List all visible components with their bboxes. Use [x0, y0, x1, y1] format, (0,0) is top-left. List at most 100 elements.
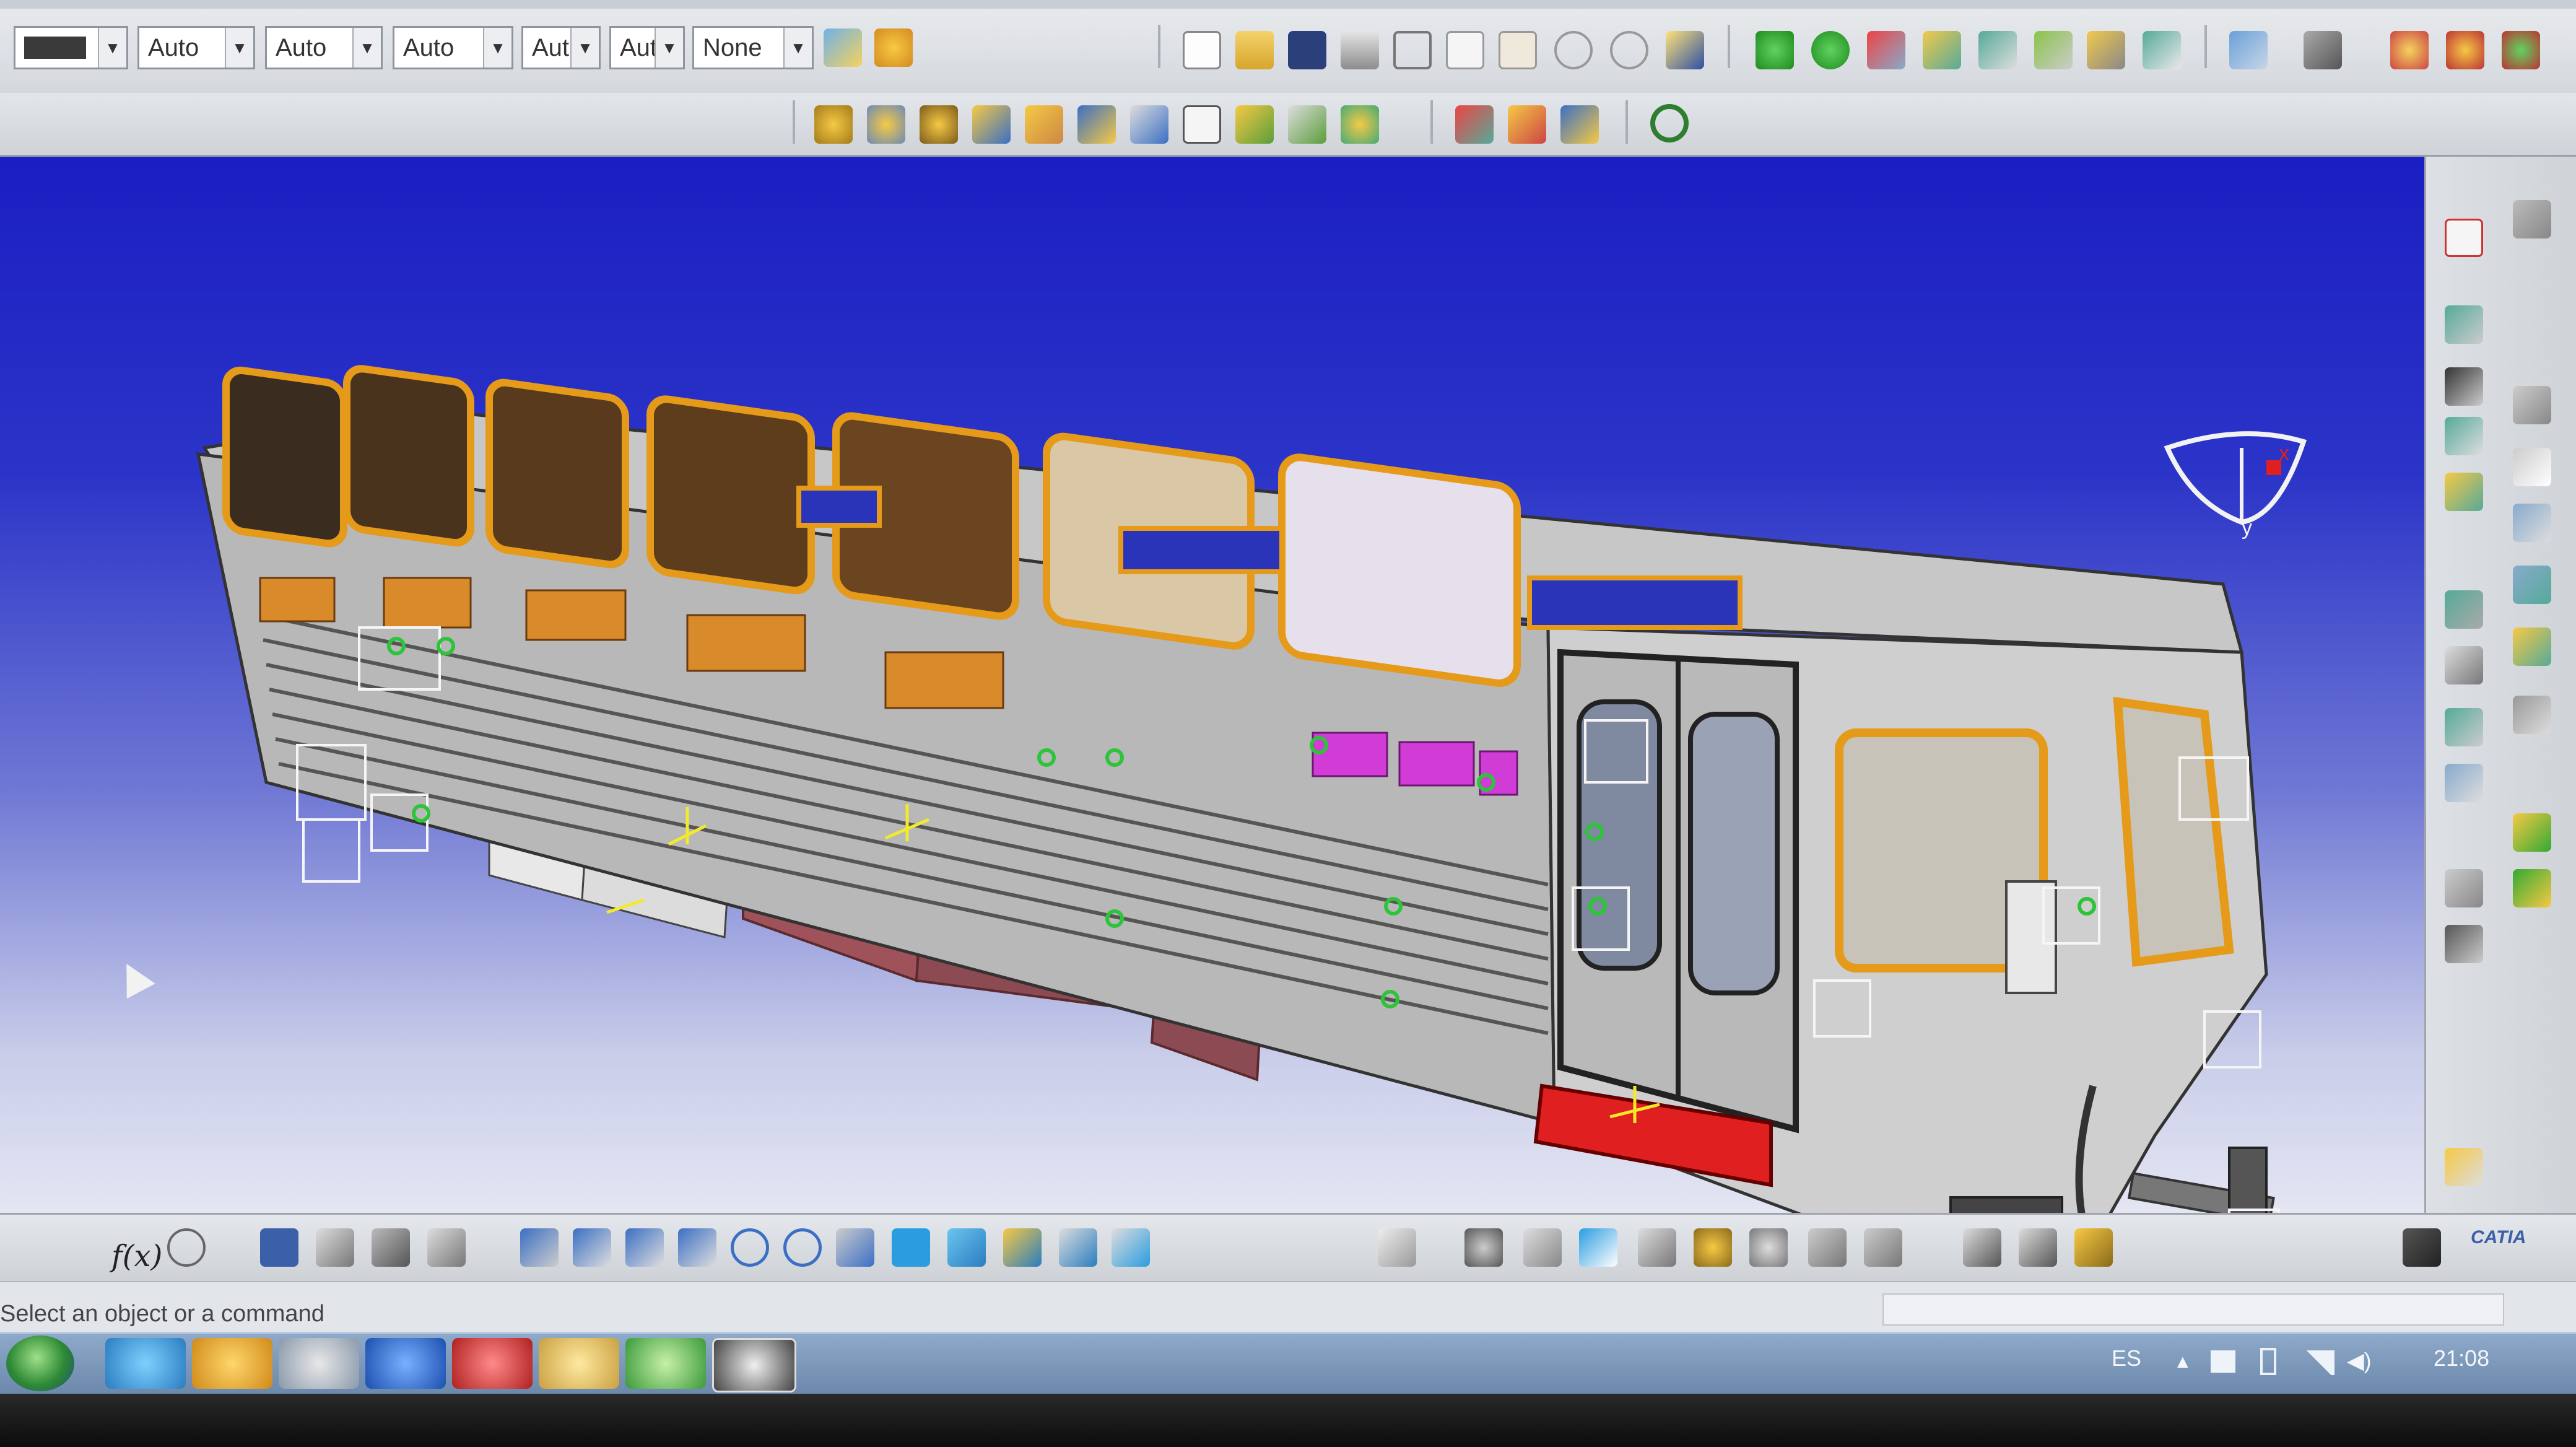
generate-numbering-icon[interactable] [1130, 105, 1168, 144]
fast-multi-instantiation-icon[interactable] [1288, 105, 1326, 144]
whats-this-icon[interactable] [1666, 31, 1704, 69]
snap-icon[interactable] [1811, 31, 1850, 69]
clash-icon[interactable] [2513, 386, 2551, 424]
info-icon[interactable] [365, 1338, 446, 1389]
analysis-icon[interactable] [2446, 31, 2484, 69]
line-type-combo[interactable]: Auto ▼ [393, 26, 513, 69]
bill-of-material-icon[interactable] [1183, 105, 1221, 144]
redo-icon[interactable] [1610, 31, 1648, 69]
offset-icon[interactable] [2513, 813, 2551, 852]
manipulate-icon[interactable] [1756, 31, 1794, 69]
network-icon[interactable] [2304, 1350, 2334, 1375]
publish-icon[interactable] [2019, 1228, 2057, 1267]
cut-icon[interactable] [1393, 31, 1432, 69]
media-player-icon[interactable] [192, 1338, 272, 1389]
clash-analysis-icon[interactable] [1808, 1228, 1847, 1267]
assembly-icon[interactable] [2513, 200, 2551, 238]
undo-icon[interactable] [1554, 31, 1593, 69]
render-icon[interactable] [1579, 1228, 1617, 1267]
shading-icon[interactable] [1003, 1228, 1042, 1267]
pdf-icon[interactable] [452, 1338, 533, 1389]
zoom-in-icon[interactable] [731, 1228, 769, 1267]
material-icon[interactable] [2074, 1228, 2113, 1267]
new-part-icon[interactable] [972, 105, 1011, 144]
update-icon[interactable] [1650, 104, 1689, 142]
catalog-icon[interactable] [2445, 925, 2483, 963]
fix-icon[interactable] [1508, 105, 1546, 144]
measure-icon[interactable] [1978, 31, 2017, 69]
layer-combo[interactable]: Aut ▼ [609, 26, 685, 69]
table-icon[interactable] [260, 1228, 298, 1267]
pan-icon[interactable] [625, 1228, 664, 1267]
fix-together-icon[interactable] [2513, 696, 2551, 734]
tools-icon[interactable] [2390, 31, 2429, 69]
formula-button[interactable]: f(x) [111, 1239, 162, 1274]
chevron-down-icon[interactable]: ▼ [98, 28, 126, 68]
kinematics-icon[interactable] [1694, 1228, 1732, 1267]
swap-visible-icon[interactable] [1112, 1228, 1150, 1267]
new-icon[interactable] [1183, 31, 1221, 69]
point-type-combo[interactable]: Aut ▼ [521, 26, 601, 69]
update-icon[interactable] [2513, 869, 2551, 907]
existing-component-icon[interactable] [867, 105, 905, 144]
weld-icon[interactable] [2513, 627, 2551, 666]
eraser-icon[interactable] [1378, 1228, 1416, 1267]
action-center-icon[interactable] [2211, 1350, 2235, 1373]
plane-icon[interactable] [1638, 1228, 1676, 1267]
chevron-down-icon[interactable]: ▼ [570, 28, 599, 68]
multi-instantiation-icon[interactable] [1235, 105, 1274, 144]
clash-icon[interactable] [1923, 31, 1961, 69]
folder-icon[interactable] [539, 1338, 619, 1389]
explode-icon[interactable] [2445, 367, 2483, 406]
distance-icon[interactable] [2513, 448, 2551, 486]
transparency-combo[interactable]: Auto ▼ [137, 26, 255, 69]
copy-icon[interactable] [1446, 31, 1484, 69]
zoom-out-icon[interactable] [783, 1228, 822, 1267]
product-structure-icon[interactable] [814, 105, 853, 144]
battery-icon[interactable] [2260, 1348, 2276, 1375]
pcs-icon[interactable] [2445, 219, 2483, 257]
measure-between-icon[interactable] [2513, 504, 2551, 542]
simulation-icon[interactable] [1749, 1228, 1788, 1267]
explode-icon[interactable] [1867, 31, 1905, 69]
reuse-pattern-icon[interactable] [1560, 105, 1599, 144]
painter-icon[interactable] [824, 28, 862, 67]
chevron-down-icon[interactable]: ▼ [655, 28, 683, 68]
new-product-icon[interactable] [920, 105, 958, 144]
start-icon[interactable] [6, 1336, 74, 1391]
angle-icon[interactable] [2445, 869, 2483, 907]
gears-icon[interactable] [1464, 1228, 1503, 1267]
chevron-down-icon[interactable]: ▼ [783, 28, 812, 68]
reorder-icon[interactable] [1341, 105, 1379, 144]
capture-icon[interactable] [2403, 1228, 2441, 1267]
snap-point-icon[interactable] [1523, 1228, 1562, 1267]
save-icon[interactable] [1288, 31, 1326, 69]
inertia-icon[interactable] [2513, 566, 2551, 604]
3d-model-canvas[interactable]: x y [0, 157, 2424, 1213]
catalog-icon[interactable] [2087, 31, 2125, 69]
3d-viewport[interactable]: x y [0, 157, 2424, 1213]
iso-view-icon[interactable] [947, 1228, 986, 1267]
rendering-style-combo[interactable]: None ▼ [692, 26, 814, 69]
graph-tree-icon[interactable] [1077, 105, 1116, 144]
browser-icon[interactable] [625, 1338, 706, 1389]
annotate-icon[interactable] [2034, 31, 2073, 69]
clock-icon[interactable] [279, 1338, 359, 1389]
swap-icon[interactable] [2229, 31, 2268, 69]
chevron-down-icon[interactable]: ▼ [225, 28, 253, 68]
contact-icon[interactable] [2445, 764, 2483, 802]
comment-icon[interactable] [167, 1228, 206, 1267]
chevron-down-icon[interactable]: ▼ [483, 28, 511, 68]
snap-icon[interactable] [2445, 305, 2483, 344]
print-icon[interactable] [1341, 31, 1379, 69]
system-clock[interactable]: 21:08 [2434, 1345, 2489, 1371]
hide-show-icon[interactable] [1059, 1228, 1097, 1267]
lock-icon[interactable] [372, 1228, 410, 1267]
command-input[interactable] [1882, 1293, 2504, 1326]
constraint-icon[interactable] [1455, 105, 1494, 144]
color-combo[interactable]: ▼ [14, 26, 128, 69]
catia-task-icon[interactable] [712, 1338, 796, 1392]
volume-icon[interactable]: ◀) [2347, 1348, 2372, 1374]
sectioning-icon[interactable] [2445, 473, 2483, 511]
material-icon[interactable] [2502, 31, 2540, 69]
